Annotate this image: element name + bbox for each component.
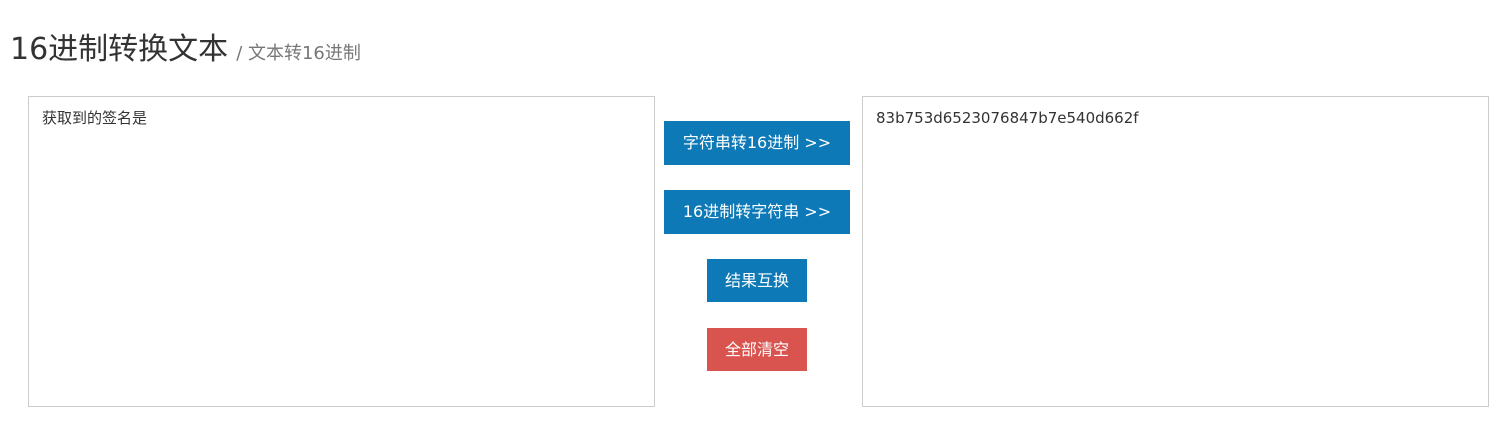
string-to-hex-button[interactable]: 字符串转16进制 >>	[664, 121, 850, 165]
hex-to-string-button[interactable]: 16进制转字符串 >>	[664, 190, 850, 234]
hex-converter-page: 16进制转换文本 / 文本转16进制 获取到的签名是 字符串转16进制 >> 1…	[0, 0, 1504, 422]
page-title: 16进制转换文本	[10, 32, 229, 67]
input-text-area[interactable]: 获取到的签名是	[28, 96, 655, 407]
clear-all-button[interactable]: 全部清空	[707, 328, 807, 371]
output-text-area[interactable]: 83b753d6523076847b7e540d662f	[862, 96, 1489, 407]
page-subtitle: / 文本转16进制	[236, 43, 361, 64]
swap-results-button[interactable]: 结果互换	[707, 259, 807, 302]
page-header: 16进制转换文本 / 文本转16进制	[10, 24, 361, 68]
